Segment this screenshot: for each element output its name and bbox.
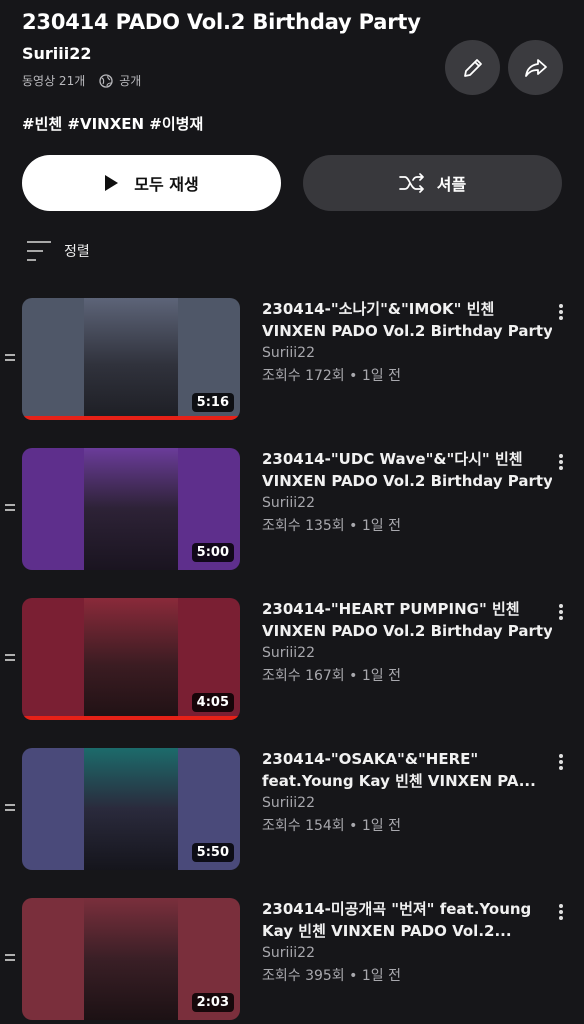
performer-photo <box>84 898 178 1020</box>
video-thumbnail[interactable]: 2:03 <box>22 898 240 1020</box>
video-duration: 5:50 <box>191 843 234 862</box>
share-icon <box>523 56 549 80</box>
drag-handle-icon[interactable] <box>5 954 15 962</box>
video-duration: 5:16 <box>191 393 234 412</box>
shuffle-button[interactable]: 셔플 <box>303 155 562 211</box>
visibility-label: 공개 <box>119 74 142 88</box>
video-title-line1: 230414-"소나기"&"IMOK" 빈첸 <box>262 300 495 318</box>
video-thumbnail[interactable]: 5:50 <box>22 748 240 870</box>
video-duration: 5:00 <box>191 543 234 562</box>
video-channel: Suriii22 <box>262 795 315 811</box>
video-title-line2: VINXEN PADO Vol.2 Birthday Party <box>262 472 552 490</box>
more-options-icon[interactable] <box>556 904 566 922</box>
playlist-title: 230414 PADO Vol.2 Birthday Party <box>22 10 421 34</box>
more-options-icon[interactable] <box>556 604 566 622</box>
video-channel: Suriii22 <box>262 645 315 661</box>
watch-progress-bar <box>22 416 240 420</box>
video-stats: 조회수 172회 • 1일 전 <box>262 368 401 384</box>
video-title-line2: Kay 빈첸 VINXEN PADO Vol.2... <box>262 922 512 940</box>
video-title-line2: VINXEN PADO Vol.2 Birthday Party <box>262 622 552 640</box>
shuffle-label: 셔플 <box>436 175 467 194</box>
play-icon <box>104 175 119 191</box>
video-info[interactable]: 230414-"소나기"&"IMOK" 빈첸 VINXEN PADO Vol.2… <box>262 298 552 388</box>
video-duration: 4:05 <box>191 693 234 712</box>
video-info[interactable]: 230414-미공개곡 "번져" feat.Young Kay 빈첸 VINXE… <box>262 898 552 988</box>
pencil-icon <box>461 56 485 80</box>
playlist-page: 230414 PADO Vol.2 Birthday Party Suriii2… <box>0 0 584 1024</box>
edit-button[interactable] <box>445 40 500 95</box>
drag-handle-icon[interactable] <box>5 354 15 362</box>
video-stats: 조회수 135회 • 1일 전 <box>262 518 401 534</box>
video-count: 동영상 21개 <box>22 74 86 88</box>
video-thumbnail[interactable]: 5:00 <box>22 448 240 570</box>
play-all-button[interactable]: 모두 재생 <box>22 155 281 211</box>
video-title-line1: 230414-"UDC Wave"&"다시" 빈첸 <box>262 450 523 468</box>
sort-icon <box>26 240 52 262</box>
play-all-label: 모두 재생 <box>134 175 199 194</box>
share-button[interactable] <box>508 40 563 95</box>
performer-photo <box>84 298 178 420</box>
video-channel: Suriii22 <box>262 945 315 961</box>
drag-handle-icon[interactable] <box>5 654 15 662</box>
video-row[interactable]: 2:03 230414-미공개곡 "번져" feat.Young Kay 빈첸 … <box>0 898 584 1022</box>
playlist-meta: 동영상 21개 공개 <box>22 72 141 89</box>
video-title-line2: VINXEN PADO Vol.2 Birthday Party <box>262 322 552 340</box>
video-row[interactable]: 5:00 230414-"UDC Wave"&"다시" 빈첸 VINXEN PA… <box>0 448 584 572</box>
performer-photo <box>84 598 178 720</box>
video-title-line2: feat.Young Kay 빈첸 VINXEN PA... <box>262 772 536 790</box>
more-options-icon[interactable] <box>556 754 566 772</box>
more-options-icon[interactable] <box>556 454 566 472</box>
video-channel: Suriii22 <box>262 345 315 361</box>
sort-label: 정렬 <box>64 244 90 260</box>
video-info[interactable]: 230414-"UDC Wave"&"다시" 빈첸 VINXEN PADO Vo… <box>262 448 552 538</box>
video-thumbnail[interactable]: 4:05 <box>22 598 240 720</box>
shuffle-icon <box>398 173 425 193</box>
video-thumbnail[interactable]: 5:16 <box>22 298 240 420</box>
drag-handle-icon[interactable] <box>5 804 15 812</box>
video-channel: Suriii22 <box>262 495 315 511</box>
sort-button[interactable]: 정렬 <box>26 240 90 262</box>
globe-icon <box>99 73 113 88</box>
performer-photo <box>84 448 178 570</box>
video-info[interactable]: 230414-"HEART PUMPING" 빈첸 VINXEN PADO Vo… <box>262 598 552 688</box>
video-title-line1: 230414-"OSAKA"&"HERE" <box>262 750 479 768</box>
video-stats: 조회수 395회 • 1일 전 <box>262 968 401 984</box>
video-row[interactable]: 5:16 230414-"소나기"&"IMOK" 빈첸 VINXEN PADO … <box>0 298 584 422</box>
video-info[interactable]: 230414-"OSAKA"&"HERE" feat.Young Kay 빈첸 … <box>262 748 552 838</box>
video-row[interactable]: 4:05 230414-"HEART PUMPING" 빈첸 VINXEN PA… <box>0 598 584 722</box>
playlist-owner[interactable]: Suriii22 <box>22 44 92 63</box>
video-stats: 조회수 154회 • 1일 전 <box>262 818 401 834</box>
playlist-tags[interactable]: #빈첸 #VINXEN #이병재 <box>22 113 203 134</box>
performer-photo <box>84 748 178 870</box>
more-options-icon[interactable] <box>556 304 566 322</box>
watch-progress-bar <box>22 716 240 720</box>
video-stats: 조회수 167회 • 1일 전 <box>262 668 401 684</box>
drag-handle-icon[interactable] <box>5 504 15 512</box>
video-row[interactable]: 5:50 230414-"OSAKA"&"HERE" feat.Young Ka… <box>0 748 584 872</box>
video-duration: 2:03 <box>191 993 234 1012</box>
video-title-line1: 230414-"HEART PUMPING" 빈첸 <box>262 600 520 618</box>
video-title-line1: 230414-미공개곡 "번져" feat.Young <box>262 900 532 918</box>
